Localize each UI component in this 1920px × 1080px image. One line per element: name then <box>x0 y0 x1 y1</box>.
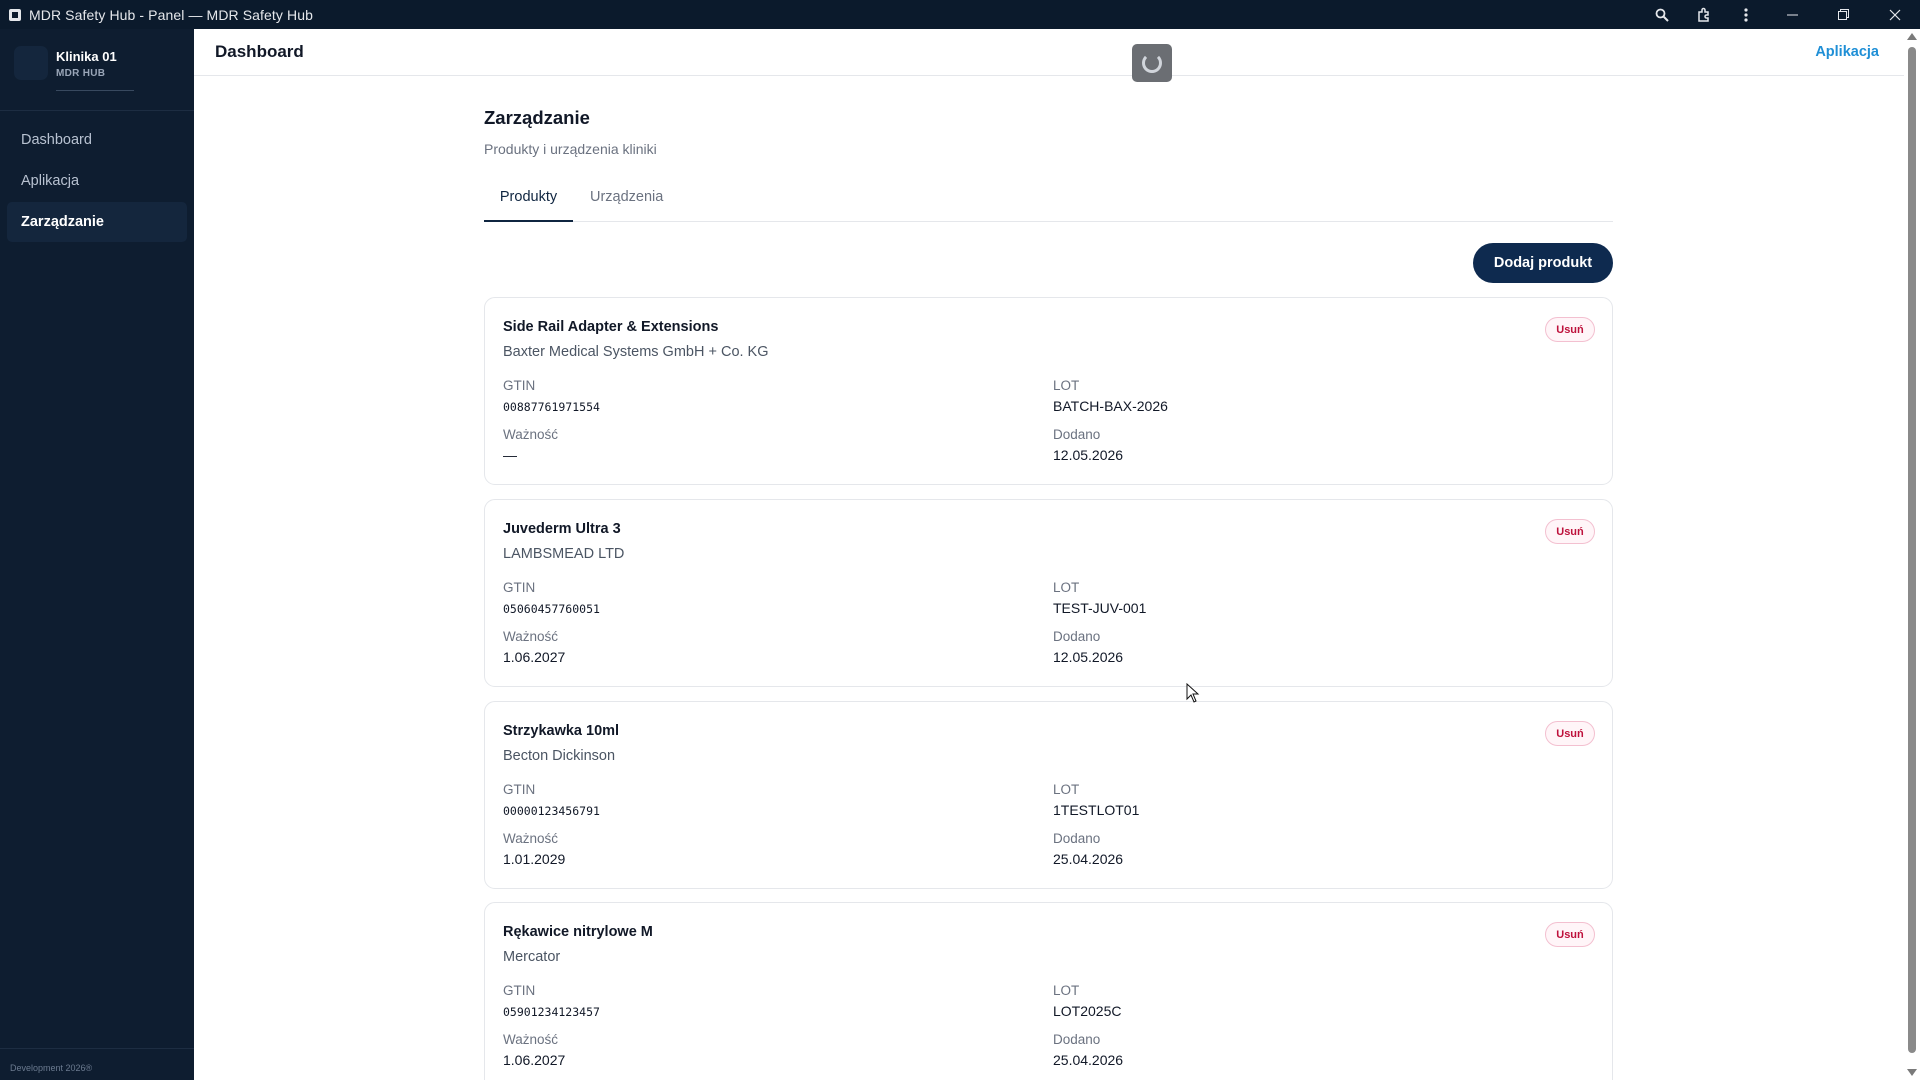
tab-urzadzenia[interactable]: Urządzenia <box>590 189 663 215</box>
sidebar-footer: Development 2026® <box>0 1048 194 1080</box>
header-link-aplikacja[interactable]: Aplikacja <box>1815 44 1879 60</box>
expiry-value: — <box>503 447 517 463</box>
page-subtitle: Produkty i urządzenia kliniki <box>484 141 657 157</box>
clinic-logo <box>14 46 48 80</box>
tab-produkty[interactable]: Produkty <box>484 189 573 222</box>
header-title: Dashboard <box>215 42 304 61</box>
expiry-value: 1.06.2027 <box>503 1052 566 1068</box>
remove-button[interactable]: Usuń <box>1545 519 1595 544</box>
scroll-up-arrow-icon[interactable] <box>1907 33 1917 40</box>
product-name: Juvederm Ultra 3 <box>503 521 621 537</box>
added-label: Dodano <box>1053 629 1101 644</box>
lot-label: LOT <box>1053 378 1080 393</box>
added-value: 12.05.2026 <box>1053 447 1124 463</box>
gtin-value: 00000123456791 <box>503 804 600 818</box>
product-name: Side Rail Adapter & Extensions <box>503 319 719 335</box>
remove-button[interactable]: Usuń <box>1545 721 1595 746</box>
minimize-icon[interactable] <box>1767 0 1818 29</box>
lot-value: TEST-JUV-001 <box>1053 600 1147 616</box>
titlebar-controls <box>1641 0 1920 29</box>
lot-value: 1TESTLOT01 <box>1053 802 1140 818</box>
expiry-label: Ważność <box>503 1032 559 1047</box>
sidebar-item-zarzadzanie[interactable]: Zarządzanie <box>7 202 187 242</box>
brand-text: Klinika 01 MDR HUB <box>56 49 117 79</box>
window-titlebar: MDR Safety Hub - Panel — MDR Safety Hub <box>0 0 1920 29</box>
gtin-label: GTIN <box>503 378 536 393</box>
sidebar-item-aplikacja[interactable]: Aplikacja <box>7 161 187 201</box>
added-label: Dodano <box>1053 831 1101 846</box>
added-value: 25.04.2026 <box>1053 851 1124 867</box>
loading-spinner-icon <box>1132 44 1172 82</box>
add-product-button[interactable]: Dodaj produkt <box>1473 243 1613 283</box>
gtin-label: GTIN <box>503 983 536 998</box>
product-manufacturer: LAMBSMEAD LTD <box>503 546 625 562</box>
gtin-label: GTIN <box>503 782 536 797</box>
sidebar-brand: Klinika 01 MDR HUB <box>0 29 194 111</box>
product-name: Rękawice nitrylowe M <box>503 924 653 940</box>
sidebar: Klinika 01 MDR HUB Dashboard Aplikacja Z… <box>0 29 194 1080</box>
gtin-label: GTIN <box>503 580 536 595</box>
product-card: Juvederm Ultra 3 LAMBSMEAD LTD Usuń GTIN… <box>484 499 1613 687</box>
expiry-value: 1.06.2027 <box>503 649 566 665</box>
clinic-name: Klinika 01 <box>56 49 117 64</box>
search-icon[interactable] <box>1641 0 1683 29</box>
close-icon[interactable] <box>1869 0 1920 29</box>
added-label: Dodano <box>1053 1032 1101 1047</box>
product-manufacturer: Baxter Medical Systems GmbH + Co. KG <box>503 344 769 360</box>
window-title: MDR Safety Hub - Panel — MDR Safety Hub <box>29 6 313 23</box>
scroll-down-arrow-icon[interactable] <box>1907 1069 1917 1076</box>
vertical-scrollbar[interactable] <box>1904 29 1920 1080</box>
tabs: Produkty Urządzenia <box>484 177 1613 222</box>
lot-label: LOT <box>1053 580 1080 595</box>
expiry-label: Ważność <box>503 629 559 644</box>
product-name: Strzykawka 10ml <box>503 723 620 739</box>
added-label: Dodano <box>1053 427 1101 442</box>
expiry-label: Ważność <box>503 831 559 846</box>
product-card: Side Rail Adapter & Extensions Baxter Me… <box>484 297 1613 485</box>
sidebar-item-dashboard[interactable]: Dashboard <box>7 120 187 160</box>
sidebar-nav: Dashboard Aplikacja Zarządzanie <box>0 111 194 242</box>
expiry-label: Ważność <box>503 427 559 442</box>
product-card: Rękawice nitrylowe M Mercator Usuń GTIN … <box>484 902 1613 1080</box>
product-manufacturer: Becton Dickinson <box>503 748 616 764</box>
app-icon <box>9 8 21 21</box>
lot-value: BATCH-BAX-2026 <box>1053 398 1168 414</box>
remove-button[interactable]: Usuń <box>1545 317 1595 342</box>
page-title: Zarządzanie <box>484 107 590 128</box>
brand-divider <box>56 90 134 91</box>
remove-button[interactable]: Usuń <box>1545 922 1595 947</box>
added-value: 12.05.2026 <box>1053 649 1124 665</box>
product-card: Strzykawka 10ml Becton Dickinson Usuń GT… <box>484 701 1613 889</box>
gtin-value: 05060457760051 <box>503 602 600 616</box>
restore-icon[interactable] <box>1818 0 1869 29</box>
more-vertical-icon[interactable] <box>1725 0 1767 29</box>
lot-label: LOT <box>1053 782 1080 797</box>
product-manufacturer: Mercator <box>503 949 561 965</box>
scrollbar-thumb[interactable] <box>1908 47 1916 1053</box>
main-content: Zarządzanie Produkty i urządzenia klinik… <box>194 77 1904 1080</box>
gtin-value: 05901234123457 <box>503 1005 600 1019</box>
extensions-icon[interactable] <box>1683 0 1725 29</box>
lot-label: LOT <box>1053 983 1080 998</box>
expiry-value: 1.01.2029 <box>503 851 566 867</box>
gtin-value: 00887761971554 <box>503 400 600 414</box>
lot-value: LOT2025C <box>1053 1003 1122 1019</box>
top-header: Dashboard Aplikacja <box>194 29 1904 82</box>
clinic-subtitle: MDR HUB <box>56 68 106 79</box>
added-value: 25.04.2026 <box>1053 1052 1124 1068</box>
